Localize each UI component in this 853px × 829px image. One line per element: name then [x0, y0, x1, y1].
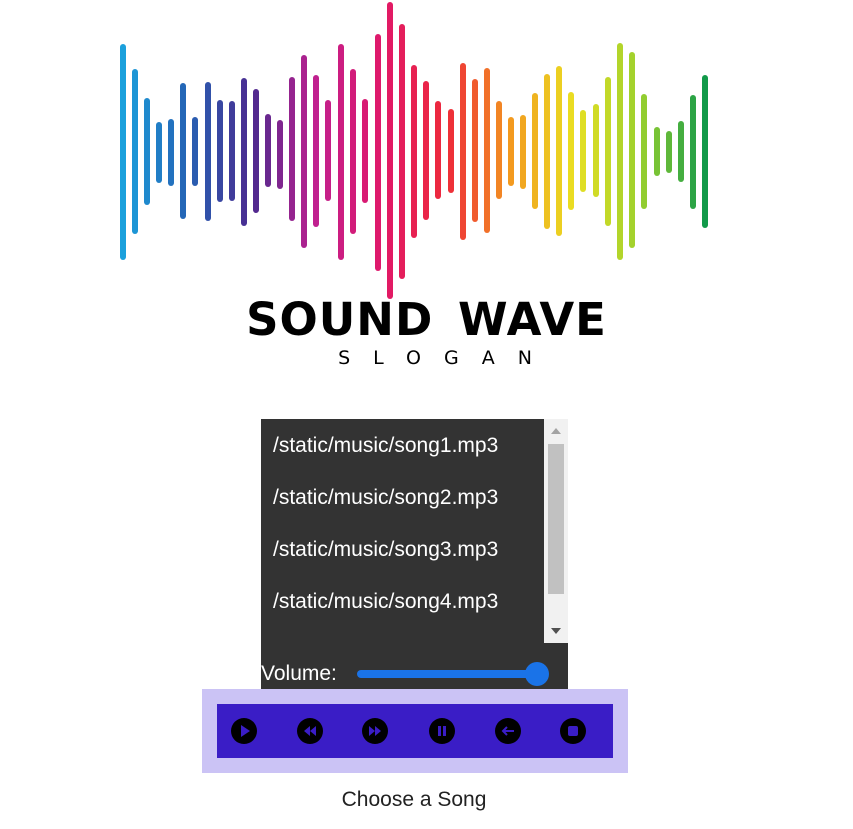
- chevron-up-icon: [551, 428, 561, 434]
- rewind-icon: [304, 726, 316, 736]
- rewind-button[interactable]: [297, 718, 323, 744]
- song-playlist[interactable]: /static/music/song1.mp3 /static/music/so…: [261, 419, 544, 643]
- song-item-4[interactable]: /static/music/song4.mp3: [261, 576, 544, 628]
- volume-control: Volume:: [261, 660, 568, 688]
- pause-icon: [438, 726, 446, 736]
- volume-slider[interactable]: [357, 670, 540, 678]
- chevron-down-icon: [551, 628, 561, 634]
- song-item-3[interactable]: /static/music/song3.mp3: [261, 524, 544, 576]
- music-player: /static/music/song1.mp3 /static/music/so…: [261, 419, 568, 689]
- stop-button[interactable]: [560, 718, 586, 744]
- back-button[interactable]: [495, 718, 521, 744]
- song-item-2[interactable]: /static/music/song2.mp3: [261, 472, 544, 524]
- pause-button[interactable]: [429, 718, 455, 744]
- play-icon: [241, 725, 250, 737]
- volume-label: Volume:: [261, 662, 337, 685]
- logo-slogan: SLOGAN: [338, 347, 555, 369]
- status-text: Choose a Song: [341, 788, 487, 811]
- fast-forward-button[interactable]: [362, 718, 388, 744]
- fast-forward-icon: [369, 726, 381, 736]
- logo-title: SOUND WAVE: [246, 293, 607, 346]
- scroll-down-button[interactable]: [544, 619, 568, 643]
- playback-controls: [217, 704, 613, 758]
- playlist-scrollbar[interactable]: [544, 419, 568, 643]
- scroll-up-button[interactable]: [544, 419, 568, 443]
- play-button[interactable]: [231, 718, 257, 744]
- arrow-left-icon: [501, 726, 514, 736]
- volume-slider-thumb[interactable]: [525, 662, 549, 686]
- stop-icon: [568, 726, 578, 736]
- scroll-thumb[interactable]: [548, 444, 564, 594]
- sound-wave-icon: [120, 2, 708, 299]
- song-item-1[interactable]: /static/music/song1.mp3: [261, 420, 544, 472]
